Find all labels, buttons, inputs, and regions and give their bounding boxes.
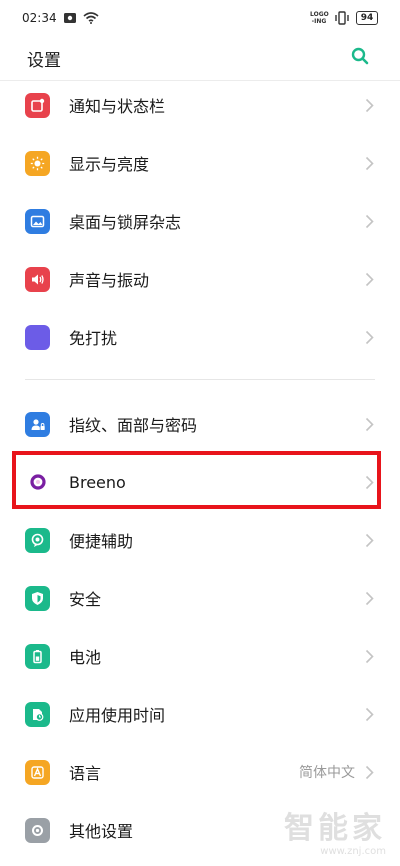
chevron-right-icon [365, 475, 374, 490]
item-label: 应用使用时间 [69, 706, 166, 725]
item-label: 语言 [69, 764, 102, 783]
status-time: 02:34 [22, 11, 57, 25]
chevron-right-icon [365, 330, 374, 345]
settings-item-breeno[interactable]: Breeno [0, 453, 400, 511]
picture-icon [25, 208, 50, 234]
page-title: 设置 [27, 50, 61, 71]
item-label: 免打扰 [69, 329, 118, 348]
settings-item-security[interactable]: 安全 [0, 569, 400, 627]
settings-item-display[interactable]: 显示与亮度 [0, 134, 400, 192]
wifi-icon [83, 12, 99, 24]
battery-indicator: 94 [356, 11, 378, 25]
gear-icon [25, 817, 50, 843]
chevron-right-icon [365, 417, 374, 432]
item-label: 通知与状态栏 [69, 97, 166, 116]
chevron-right-icon [365, 272, 374, 287]
item-label: 安全 [69, 590, 102, 609]
battery-icon [25, 643, 50, 669]
item-label: 声音与振动 [69, 271, 150, 290]
assist-icon [25, 527, 50, 553]
sun-icon [25, 150, 50, 176]
notification-icon [25, 92, 50, 118]
moon-icon [25, 324, 50, 350]
status-bar: 02:34 LOGO -ING 94 [0, 0, 400, 36]
chevron-right-icon [365, 649, 374, 664]
search-icon [351, 47, 369, 69]
item-label: 便捷辅助 [69, 532, 134, 551]
settings-item-notifications[interactable]: 通知与状态栏 [0, 76, 400, 134]
item-label: 桌面与锁屏杂志 [69, 213, 182, 232]
item-label: 显示与亮度 [69, 155, 150, 174]
section-divider [25, 379, 375, 380]
chevron-right-icon [365, 98, 374, 113]
breeno-icon [25, 470, 50, 495]
language-icon [25, 759, 50, 785]
settings-item-dnd[interactable]: 免打扰 [0, 308, 400, 366]
user-lock-icon [25, 411, 50, 437]
item-label: 其他设置 [69, 822, 134, 841]
speaker-icon [25, 266, 50, 292]
settings-item-wallpaper[interactable]: 桌面与锁屏杂志 [0, 192, 400, 250]
chevron-right-icon [365, 707, 374, 722]
settings-item-other[interactable]: 其他设置 [0, 801, 400, 859]
chevron-right-icon [365, 591, 374, 606]
network-speed: LOGO -ING [310, 11, 329, 25]
settings-item-fingerprint[interactable]: 指纹、面部与密码 [0, 395, 400, 453]
shield-icon [25, 585, 50, 611]
chevron-right-icon [365, 533, 374, 548]
chevron-right-icon [365, 156, 374, 171]
chevron-right-icon [365, 214, 374, 229]
settings-item-usage[interactable]: 应用使用时间 [0, 685, 400, 743]
message-icon [63, 12, 77, 24]
item-label: 电池 [69, 648, 102, 667]
settings-item-accessibility[interactable]: 便捷辅助 [0, 511, 400, 569]
settings-item-battery[interactable]: 电池 [0, 627, 400, 685]
vibrate-icon [334, 11, 350, 25]
settings-item-sound[interactable]: 声音与振动 [0, 250, 400, 308]
clock-icon [25, 701, 50, 727]
chevron-right-icon [365, 765, 374, 780]
language-value: 简体中文 [299, 765, 355, 781]
item-label: Breeno [69, 472, 126, 492]
settings-item-language[interactable]: 语言 简体中文 [0, 743, 400, 801]
header: 设置 [0, 36, 400, 80]
search-button[interactable] [346, 44, 374, 72]
item-label: 指纹、面部与密码 [69, 416, 198, 435]
